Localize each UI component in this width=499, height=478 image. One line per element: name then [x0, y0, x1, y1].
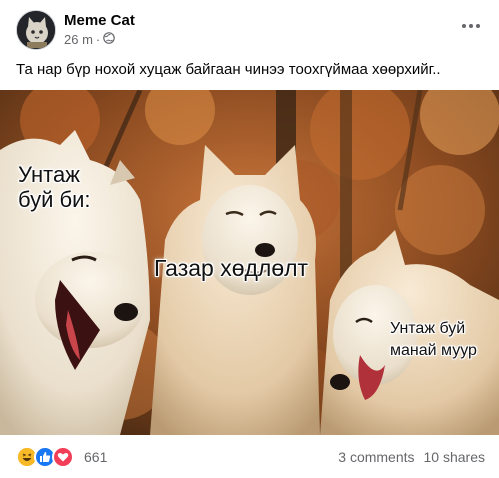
shares-count-link[interactable]: 10 shares — [424, 449, 485, 465]
meme-caption-middle: Газар хөдлөлт — [154, 255, 309, 281]
more-options-button[interactable] — [455, 14, 487, 38]
page-name-link[interactable]: Meme Cat — [64, 12, 135, 29]
post-text: Та нар бүр нохой хуцаж байгаан чинээ тоо… — [16, 61, 441, 78]
dot-icon — [476, 24, 480, 28]
love-icon — [52, 446, 74, 468]
post-image[interactable]: Унтаж буй би: Газар хөдлөлт Унтаж буй ма… — [0, 90, 499, 435]
timestamp-link[interactable]: 26 m — [64, 32, 93, 47]
reactions-summary[interactable]: 661 — [16, 446, 107, 468]
meme-caption-left: Унтаж буй би: — [18, 162, 91, 212]
reaction-count[interactable]: 661 — [84, 449, 107, 465]
post-header: Meme Cat 26 m · — [16, 10, 487, 50]
globe-icon[interactable] — [103, 32, 116, 47]
comments-count-link[interactable]: 3 comments — [338, 449, 414, 465]
cat-avatar-image — [17, 11, 55, 49]
meta-separator: · — [95, 32, 101, 47]
post-stats: 3 comments 10 shares — [338, 449, 485, 465]
post-footer: 661 3 comments 10 shares — [16, 445, 485, 469]
post-card: Meme Cat 26 m · Та нар бүр нохой хуцаж б… — [0, 0, 499, 478]
meme-caption-right: Унтаж буй манай муур — [390, 320, 477, 359]
dot-icon — [469, 24, 473, 28]
avatar[interactable] — [16, 10, 56, 50]
post-meta: 26 m · — [64, 32, 116, 47]
dot-icon — [462, 24, 466, 28]
